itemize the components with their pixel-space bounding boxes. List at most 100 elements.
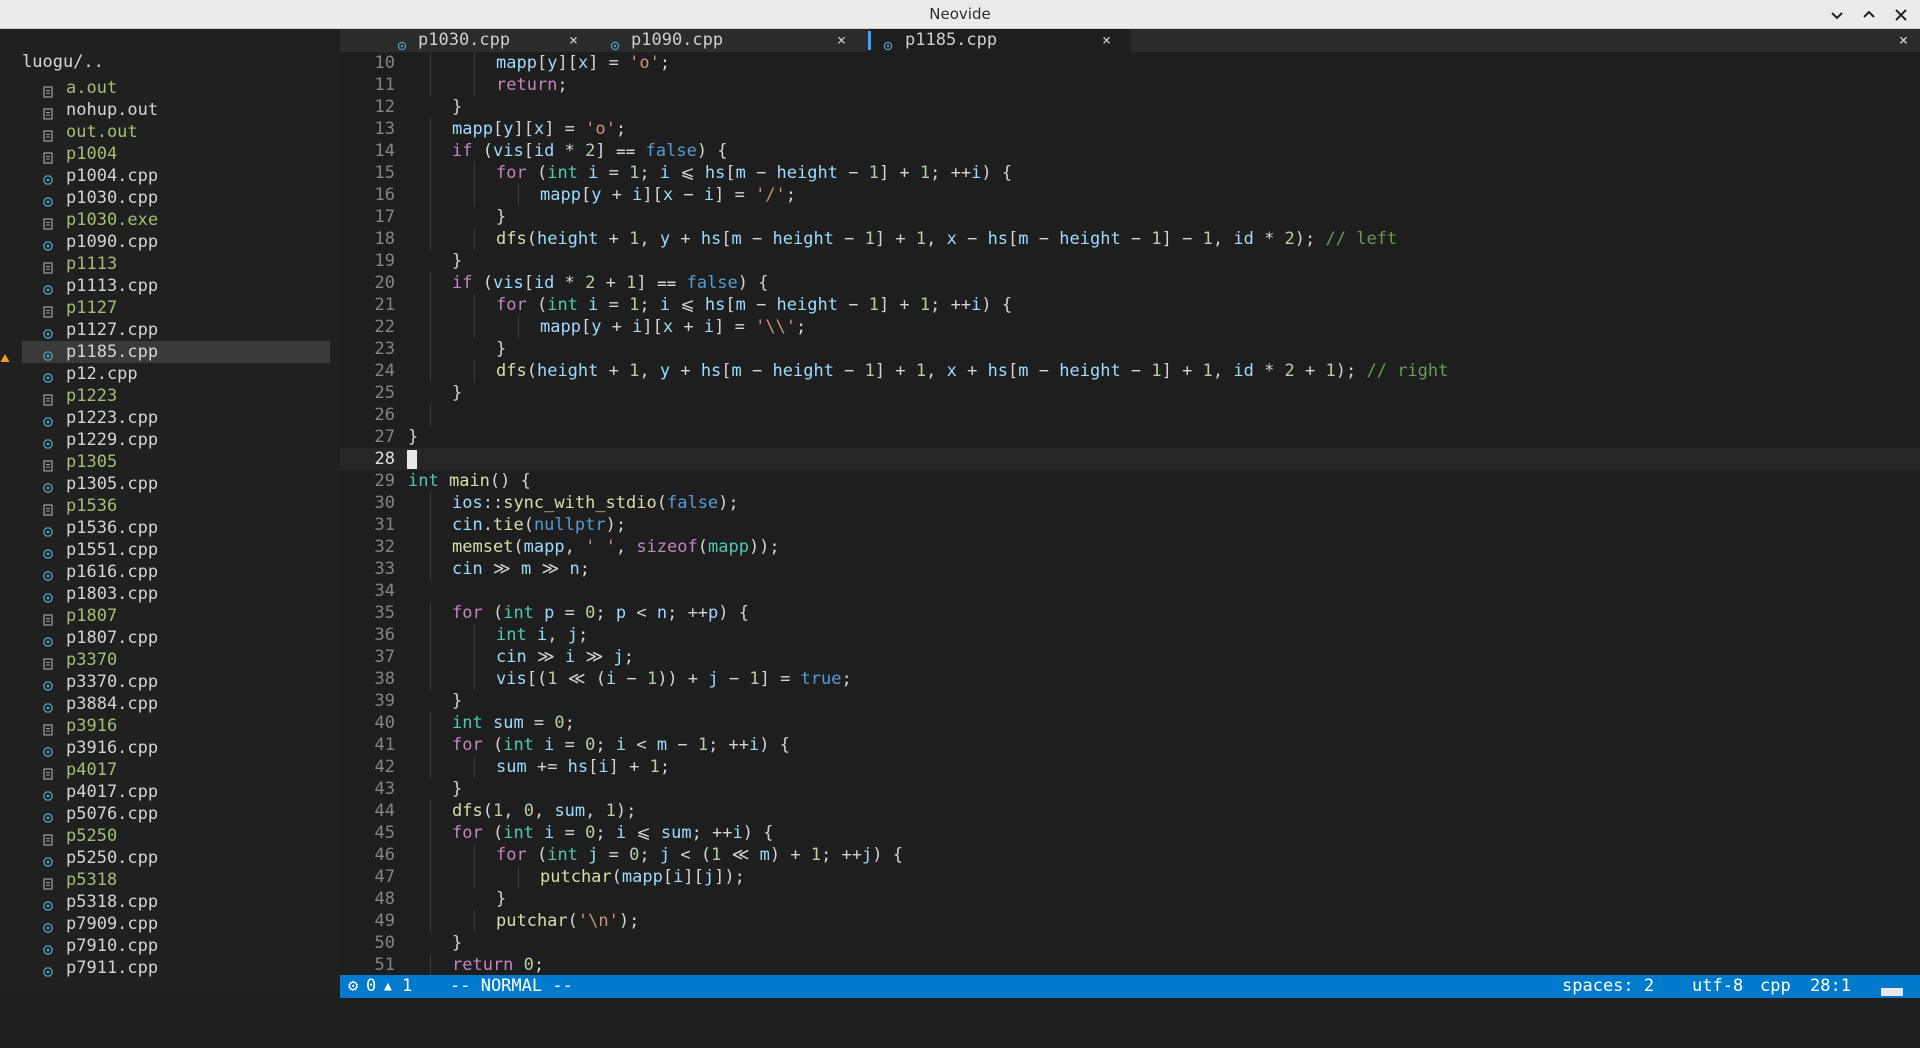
tree-item-label: p1807.cpp bbox=[66, 628, 159, 648]
tree-item[interactable]: p3370.cpp bbox=[0, 671, 340, 693]
tree-item[interactable]: p3370 bbox=[0, 649, 340, 671]
tree-item[interactable]: p7909.cpp bbox=[0, 913, 340, 935]
tree-item[interactable]: p1616.cpp bbox=[0, 561, 340, 583]
tree-item[interactable]: p3916.cpp bbox=[0, 737, 340, 759]
code-line[interactable]: 13 mapp[y][x] = 'o'; bbox=[340, 118, 1920, 140]
filetype-indicator[interactable]: cpp bbox=[1760, 975, 1791, 998]
tree-item[interactable]: p1305.cpp bbox=[0, 473, 340, 495]
tree-item[interactable]: p1305 bbox=[0, 451, 340, 473]
code-line[interactable]: 51 return 0; bbox=[340, 954, 1920, 976]
tree-item[interactable]: p1807 bbox=[0, 605, 340, 627]
tree-item[interactable]: p4017.cpp bbox=[0, 781, 340, 803]
tree-item[interactable]: p1030.exe bbox=[0, 209, 340, 231]
code-line[interactable]: 32 memset(mapp, ' ', sizeof(mapp)); bbox=[340, 536, 1920, 558]
tree-item[interactable]: p3916 bbox=[0, 715, 340, 737]
tree-item[interactable]: nohup.out bbox=[0, 99, 340, 121]
code-token: [ bbox=[580, 317, 592, 337]
code-line[interactable]: 11 return; bbox=[340, 74, 1920, 96]
code-line[interactable]: 22 mapp[y + i][x + i] = '\\'; bbox=[340, 316, 1920, 338]
code-line[interactable]: 15 for (int i = 1; i ⩽ hs[m − height − 1]… bbox=[340, 162, 1920, 184]
code-line[interactable]: 36 int i, j; bbox=[340, 624, 1920, 646]
code-line[interactable]: 18 dfs(height + 1, y + hs[m − height − 1]… bbox=[340, 228, 1920, 250]
tree-item[interactable]: p5318 bbox=[0, 869, 340, 891]
tree-item[interactable]: p7910.cpp bbox=[0, 935, 340, 957]
code-editor[interactable]: 10 mapp[y][x] = 'o'; 11 return; 12} 13 mapp[y]… bbox=[340, 52, 1920, 976]
code-line[interactable]: 34 bbox=[340, 580, 1920, 602]
code-line[interactable]: 45 for (int i = 0; i ⩽ sum; ++i) { bbox=[340, 822, 1920, 844]
code-line[interactable]: 28 bbox=[340, 448, 1920, 470]
tree-root-label[interactable]: luogu/.. bbox=[22, 52, 104, 72]
close-editor-icon[interactable]: × bbox=[1899, 29, 1908, 52]
tree-item[interactable]: p5318.cpp bbox=[0, 891, 340, 913]
tree-item[interactable]: p1004 bbox=[0, 143, 340, 165]
tree-item[interactable]: a.out bbox=[0, 77, 340, 99]
code-line[interactable]: 35 for (int p = 0; p < n; ++p) { bbox=[340, 602, 1920, 624]
code-line[interactable]: 47 putchar(mapp[i][j]); bbox=[340, 866, 1920, 888]
tab-p1030-cpp[interactable]: p1030.cpp × bbox=[340, 29, 595, 52]
close-icon[interactable]: × bbox=[569, 29, 578, 52]
tree-item[interactable]: p5076.cpp bbox=[0, 803, 340, 825]
tree-item[interactable]: p1030.cpp bbox=[0, 187, 340, 209]
tree-item[interactable]: p1004.cpp bbox=[0, 165, 340, 187]
tree-item[interactable]: p1113 bbox=[0, 253, 340, 275]
code-line[interactable]: 46 for (int j = 0; j < (1 ≪ m) + 1; ++j) … bbox=[340, 844, 1920, 866]
code-line[interactable]: 38 vis[(1 ≪ (i − 1)) + j − 1] = true; bbox=[340, 668, 1920, 690]
code-line[interactable]: 12} bbox=[340, 96, 1920, 118]
tree-item[interactable]: p5250 bbox=[0, 825, 340, 847]
tree-item[interactable]: p1185.cpp bbox=[0, 341, 340, 363]
code-line[interactable]: 33 cin ≫ m ≫ n; bbox=[340, 558, 1920, 580]
code-line[interactable]: 23} bbox=[340, 338, 1920, 360]
close-icon[interactable]: × bbox=[1102, 29, 1111, 52]
code-line[interactable]: 41 for (int i = 0; i < m − 1; ++i) { bbox=[340, 734, 1920, 756]
code-line[interactable]: 50} bbox=[340, 932, 1920, 954]
close-icon[interactable]: × bbox=[837, 29, 846, 52]
code-line[interactable]: 25} bbox=[340, 382, 1920, 404]
code-line[interactable]: 48} bbox=[340, 888, 1920, 910]
indent-setting[interactable]: spaces: 2 bbox=[1562, 975, 1654, 998]
code-line[interactable]: 29 int main() { bbox=[340, 470, 1920, 492]
tree-item[interactable]: p7911.cpp bbox=[0, 957, 340, 979]
tree-item[interactable]: p1090.cpp bbox=[0, 231, 340, 253]
tree-item[interactable]: p12.cpp bbox=[0, 363, 340, 385]
tree-item[interactable]: p1223.cpp bbox=[0, 407, 340, 429]
code-line[interactable]: 26 bbox=[340, 404, 1920, 426]
code-line[interactable]: 42 sum += hs[i] + 1; bbox=[340, 756, 1920, 778]
maximize-icon[interactable] bbox=[1858, 4, 1880, 26]
tree-item[interactable]: p1807.cpp bbox=[0, 627, 340, 649]
tree-item[interactable]: p1113.cpp bbox=[0, 275, 340, 297]
tree-item[interactable]: out.out bbox=[0, 121, 340, 143]
tree-item[interactable]: p1551.cpp bbox=[0, 539, 340, 561]
tree-item[interactable]: p1229.cpp bbox=[0, 429, 340, 451]
minimize-icon[interactable] bbox=[1826, 4, 1848, 26]
encoding-indicator[interactable]: utf-8 bbox=[1692, 975, 1743, 998]
tab-p1090-cpp[interactable]: p1090.cpp × bbox=[595, 29, 858, 52]
tree-item[interactable]: p5250.cpp bbox=[0, 847, 340, 869]
tab-p1185-cpp[interactable]: p1185.cpp × bbox=[868, 29, 1131, 52]
tree-item[interactable]: p1127 bbox=[0, 297, 340, 319]
code-line[interactable]: 49 putchar('\n'); bbox=[340, 910, 1920, 932]
code-line[interactable]: 19} bbox=[340, 250, 1920, 272]
tree-item[interactable]: p1127.cpp bbox=[0, 319, 340, 341]
tree-item[interactable]: p4017 bbox=[0, 759, 340, 781]
code-line[interactable]: 39} bbox=[340, 690, 1920, 712]
tree-item[interactable]: p1536.cpp bbox=[0, 517, 340, 539]
tree-item[interactable]: p1223 bbox=[0, 385, 340, 407]
tree-item[interactable]: p1803.cpp bbox=[0, 583, 340, 605]
close-window-icon[interactable] bbox=[1890, 4, 1912, 26]
code-line[interactable]: 40 int sum = 0; bbox=[340, 712, 1920, 734]
code-line[interactable]: 10 mapp[y][x] = 'o'; bbox=[340, 52, 1920, 74]
code-line[interactable]: 27} bbox=[340, 426, 1920, 448]
code-line[interactable]: 24 dfs(height + 1, y + hs[m − height − 1]… bbox=[340, 360, 1920, 382]
code-line[interactable]: 37 cin ≫ i ≫ j; bbox=[340, 646, 1920, 668]
tree-item[interactable]: p3884.cpp bbox=[0, 693, 340, 715]
code-line[interactable]: 31 cin.tie(nullptr); bbox=[340, 514, 1920, 536]
tree-item[interactable]: p1536 bbox=[0, 495, 340, 517]
code-line[interactable]: 30 ios::sync_with_stdio(false); bbox=[340, 492, 1920, 514]
code-line[interactable]: 21 for (int i = 1; i ⩽ hs[m − height − 1]… bbox=[340, 294, 1920, 316]
code-line[interactable]: 43} bbox=[340, 778, 1920, 800]
code-line[interactable]: 17} bbox=[340, 206, 1920, 228]
code-line[interactable]: 16 mapp[y + i][x − i] = '/'; bbox=[340, 184, 1920, 206]
code-line[interactable]: 44 dfs(1, 0, sum, 1); bbox=[340, 800, 1920, 822]
code-line[interactable]: 14 if (vis[id * 2] ⩵ false) { bbox=[340, 140, 1920, 162]
code-line[interactable]: 20 if (vis[id * 2 + 1] ⩵ false) { bbox=[340, 272, 1920, 294]
